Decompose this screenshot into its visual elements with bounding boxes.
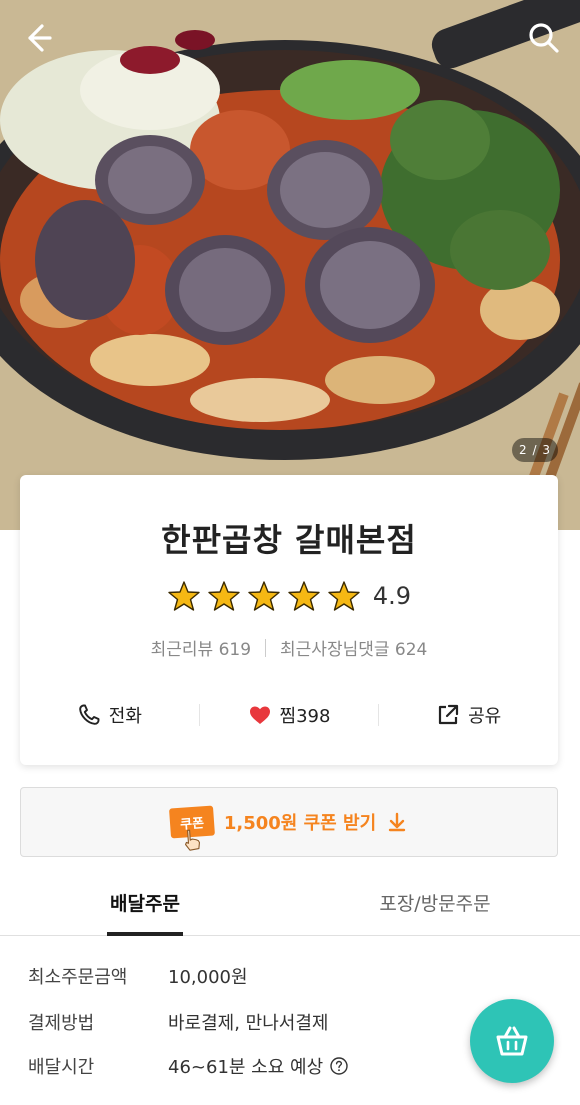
order-type-tabs: 배달주문 포장/방문주문 xyxy=(0,870,580,936)
basket-icon xyxy=(496,1026,528,1056)
delivery-time-row: 배달시간 46~61분 소요 예상 xyxy=(28,1053,349,1079)
star-icon xyxy=(248,581,280,611)
arrow-left-icon xyxy=(28,24,52,52)
share-button[interactable]: 공유 xyxy=(379,695,558,735)
star-icon xyxy=(288,581,320,611)
divider xyxy=(265,638,267,657)
store-page: 2 / 3 한판곱창 갈매본점 4.9 최근리뷰 619 최근사장님댓글 624… xyxy=(0,0,580,1105)
image-counter: 2 / 3 xyxy=(512,438,558,462)
favorite-count: 398 xyxy=(296,706,331,727)
payment-method-value: 바로결제, 만나서결제 xyxy=(168,1013,329,1034)
payment-method-label: 결제방법 xyxy=(28,1013,95,1034)
share-icon xyxy=(439,704,459,725)
recent-owner-replies-count[interactable]: 최근사장님댓글 624 xyxy=(280,635,427,660)
food-photo xyxy=(0,0,580,530)
rating-row[interactable]: 4.9 xyxy=(20,579,558,613)
tab-pickup-order[interactable]: 포장/방문주문 xyxy=(290,870,580,935)
heart-icon xyxy=(249,706,270,724)
star-icon xyxy=(168,581,200,611)
recent-reviews-count[interactable]: 최근리뷰 619 xyxy=(151,635,251,660)
share-label: 공유 xyxy=(468,706,502,727)
hero-image[interactable]: 2 / 3 xyxy=(0,0,580,530)
delivery-time-value-wrap: 46~61분 소요 예상 xyxy=(168,1053,349,1079)
cart-button[interactable] xyxy=(470,999,554,1083)
call-button[interactable]: 전화 xyxy=(20,695,199,735)
call-label: 전화 xyxy=(108,706,142,727)
pointing-hand-icon xyxy=(184,829,200,851)
question-circle-icon[interactable] xyxy=(329,1056,349,1076)
delivery-time-value: 46~61분 소요 예상 xyxy=(168,1057,324,1078)
coupon-label: 1,500원 쿠폰 받기 xyxy=(223,813,377,834)
favorite-button[interactable]: 찜398 xyxy=(200,695,379,735)
coupon-badge: 쿠폰 xyxy=(168,805,215,851)
phone-icon xyxy=(79,704,100,725)
star-icon xyxy=(328,581,360,611)
tab-delivery-order[interactable]: 배달주문 xyxy=(0,870,290,935)
rating-value: 4.9 xyxy=(372,582,412,610)
star-icon xyxy=(208,581,240,611)
download-arrow-icon xyxy=(388,812,406,832)
min-order-label: 최소주문금액 xyxy=(28,967,128,988)
favorite-label: 찜 xyxy=(279,706,297,727)
store-name: 한판곱창 갈매본점 xyxy=(161,521,417,559)
payment-method-row: 결제방법 바로결제, 만나서결제 xyxy=(28,1009,328,1035)
action-row: 전화 찜398 공유 xyxy=(20,695,558,735)
back-button[interactable] xyxy=(18,18,58,58)
min-order-value: 10,000원 xyxy=(168,967,248,988)
store-info-card: 한판곱창 갈매본점 4.9 최근리뷰 619 최근사장님댓글 624 전화 찜3… xyxy=(20,475,558,765)
search-icon xyxy=(529,23,559,53)
search-button[interactable] xyxy=(524,18,564,58)
coupon-download-button[interactable]: 쿠폰 1,500원 쿠폰 받기 xyxy=(20,787,558,857)
min-order-row: 최소주문금액 10,000원 xyxy=(28,963,248,989)
delivery-time-label: 배달시간 xyxy=(28,1057,95,1078)
review-stats: 최근리뷰 619 최근사장님댓글 624 xyxy=(20,635,558,660)
